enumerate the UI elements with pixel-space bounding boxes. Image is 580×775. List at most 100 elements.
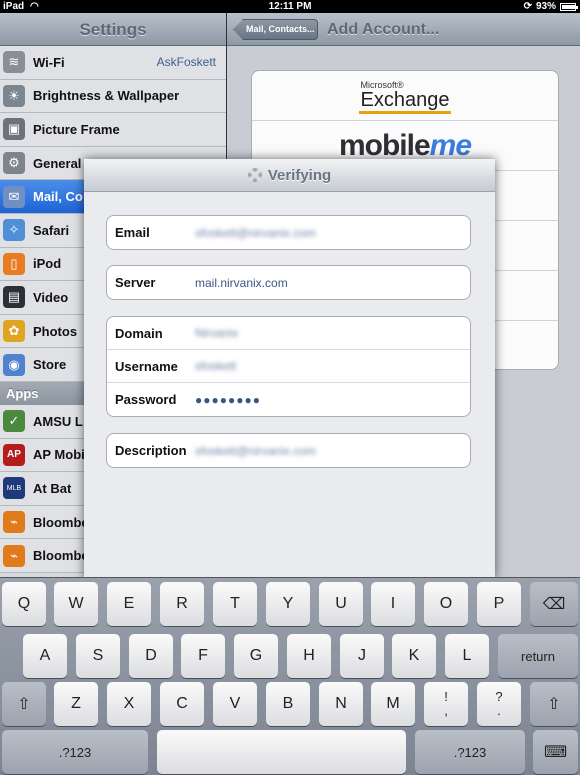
key-s[interactable]: S <box>76 634 120 678</box>
server-value: mail.nirvanix.com <box>195 275 288 290</box>
ipod-icon: ▯ <box>3 252 25 275</box>
key-p[interactable]: P <box>477 582 521 626</box>
sidebar-item-label: Brightness & Wallpaper <box>33 88 180 104</box>
numbers-key-label: .?123 <box>58 744 92 760</box>
return-key[interactable]: return <box>498 634 578 678</box>
mlb-icon: MLB <box>3 477 25 500</box>
domain-label: Domain <box>115 325 163 341</box>
sidebar-item-label: Bloombe <box>33 514 89 530</box>
sidebar-item-label: Mail, Co <box>33 189 83 205</box>
server-field[interactable]: Server mail.nirvanix.com <box>107 266 470 299</box>
sidebar-item-label: iPod <box>33 256 62 272</box>
backspace-icon: ⌫ <box>542 596 566 613</box>
key-e[interactable]: E <box>107 582 151 626</box>
sidebar-item-label: Wi-Fi <box>33 54 65 70</box>
sidebar-item-wifi[interactable]: ≋ Wi-Fi AskFoskett <box>0 46 226 80</box>
keyboard-hide-icon: ⌨ <box>543 744 568 761</box>
domain-value: Nirvanix <box>195 326 239 340</box>
key-m[interactable]: M <box>371 682 415 726</box>
key-d[interactable]: D <box>129 634 173 678</box>
battery-icon <box>560 2 578 11</box>
rotation-lock-icon: ⟳ <box>523 1 532 12</box>
credentials-group: Domain Nirvanix Username sfoskett Passwo… <box>106 316 471 417</box>
email-value: sfoskett@nirvanix.com <box>195 225 316 240</box>
key-g[interactable]: G <box>234 634 278 678</box>
return-key-label: return <box>521 648 555 664</box>
sidebar-item-label: Safari <box>33 222 70 238</box>
key-question-period[interactable]: ?. <box>477 682 521 726</box>
key-x[interactable]: X <box>107 682 151 726</box>
safari-icon: ✧ <box>3 219 25 242</box>
sidebar-title: Settings <box>0 13 226 46</box>
amsu-icon: ✓ <box>3 410 25 433</box>
key-w[interactable]: W <box>54 582 98 626</box>
shift-key-left[interactable]: ⇧ <box>2 682 46 726</box>
description-group: Description sfoskett@nirvanix.com <box>106 433 471 468</box>
key-b[interactable]: B <box>266 682 310 726</box>
key-r[interactable]: R <box>160 582 204 626</box>
numbers-key-left[interactable]: .?123 <box>2 730 148 774</box>
server-label: Server <box>115 275 156 290</box>
shift-icon: ⇧ <box>17 696 31 713</box>
status-bar: iPad ◠ 12:11 PM ⟳ 93% <box>0 0 580 13</box>
backspace-key[interactable]: ⌫ <box>530 582 578 626</box>
password-label: Password <box>115 392 177 407</box>
wifi-icon: ≋ <box>3 51 25 74</box>
sidebar-item-brightness[interactable]: ☀ Brightness & Wallpaper <box>0 79 226 114</box>
mobileme-logo-b: me <box>429 128 472 162</box>
key-l[interactable]: L <box>445 634 489 678</box>
back-button[interactable]: Mail, Contacts... <box>233 19 318 40</box>
store-icon: ◉ <box>3 353 25 376</box>
password-field[interactable]: Password ●●●●●●●● <box>107 383 470 416</box>
sidebar-item-label: General <box>33 155 82 171</box>
verifying-dialog: Verifying Email sfoskett@nirvanix.com Se… <box>84 159 495 579</box>
numbers-key-right[interactable]: .?123 <box>415 730 525 774</box>
shift-key-right[interactable]: ⇧ <box>530 682 578 726</box>
key-z[interactable]: Z <box>54 682 98 726</box>
sidebar-item-label: AP Mobi <box>33 447 85 463</box>
sidebar-item-label: Picture Frame <box>33 121 120 137</box>
username-field[interactable]: Username sfoskett <box>107 350 470 383</box>
mail-icon: ✉ <box>3 185 25 208</box>
server-group: Server mail.nirvanix.com <box>106 265 471 300</box>
account-exchange[interactable]: Microsoft® Exchange <box>252 71 558 121</box>
description-value: sfoskett@nirvanix.com <box>195 443 316 458</box>
sidebar-item-picture-frame[interactable]: ▣ Picture Frame <box>0 113 226 147</box>
key-exclamation-comma[interactable]: !, <box>424 682 468 726</box>
key-k[interactable]: K <box>392 634 436 678</box>
key-i[interactable]: I <box>371 582 415 626</box>
key-j[interactable]: J <box>340 634 384 678</box>
key-o[interactable]: O <box>424 582 468 626</box>
key-y[interactable]: Y <box>266 582 310 626</box>
key-q[interactable]: Q <box>2 582 46 626</box>
key-c[interactable]: C <box>160 682 204 726</box>
exchange-logo: Microsoft® Exchange <box>358 81 452 114</box>
description-field[interactable]: Description sfoskett@nirvanix.com <box>107 434 470 467</box>
hide-keyboard-key[interactable]: ⌨ <box>533 730 578 774</box>
domain-field[interactable]: Domain Nirvanix <box>107 317 470 350</box>
brightness-icon: ☀ <box>3 84 25 107</box>
key-t[interactable]: T <box>213 582 257 626</box>
key-exclamation: ! <box>444 688 448 704</box>
dialog-title: Verifying <box>267 166 332 184</box>
password-value: ●●●●●●●● <box>195 392 261 407</box>
email-group: Email sfoskett@nirvanix.com <box>106 215 471 250</box>
key-u[interactable]: U <box>319 582 363 626</box>
key-f[interactable]: F <box>181 634 225 678</box>
key-n[interactable]: N <box>319 682 363 726</box>
video-icon: ▤ <box>3 286 25 309</box>
spinner-icon <box>247 168 262 182</box>
sidebar-item-label: Photos <box>33 323 78 339</box>
description-label: Description <box>115 443 187 458</box>
numbers-key-label: .?123 <box>453 744 487 760</box>
key-h[interactable]: H <box>287 634 331 678</box>
email-field[interactable]: Email sfoskett@nirvanix.com <box>107 216 470 249</box>
key-a[interactable]: A <box>23 634 67 678</box>
key-v[interactable]: V <box>213 682 257 726</box>
photos-icon: ✿ <box>3 320 25 343</box>
key-period: . <box>497 703 501 718</box>
gear-icon: ⚙ <box>3 152 25 175</box>
bloomberg-icon: ⌁ <box>3 544 25 567</box>
space-key[interactable] <box>157 730 406 774</box>
sidebar-item-label: AMSU L <box>33 413 83 429</box>
